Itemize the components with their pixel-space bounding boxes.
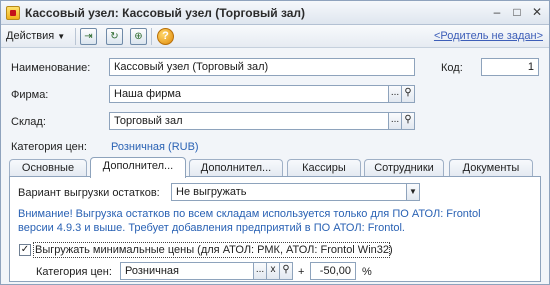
firm-field[interactable]: Наша фирма [109, 85, 389, 103]
toolbar-separator [75, 28, 76, 45]
help-icon[interactable]: ? [157, 28, 174, 45]
firm-search-icon[interactable]: ⚲ [401, 85, 415, 103]
refresh-icon[interactable]: ↻ [106, 28, 123, 45]
copy-icon[interactable]: ⊕ [130, 28, 147, 45]
tab-documents[interactable]: Документы [449, 159, 533, 177]
dropdown-arrow-icon[interactable]: ▼ [406, 183, 420, 201]
warehouse-search-icon[interactable]: ⚲ [401, 112, 415, 130]
code-field[interactable]: 1 [481, 58, 539, 76]
plus-sign: + [298, 266, 305, 278]
maximize-button[interactable]: □ [508, 4, 526, 21]
percent-field[interactable]: -50,00 [310, 262, 356, 280]
export-variant-select[interactable]: Не выгружать [171, 183, 407, 201]
warehouse-label: Склад: [11, 116, 46, 128]
min-price-category-select-button[interactable]: ... [253, 262, 267, 280]
chevron-down-icon: ▼ [57, 32, 66, 41]
toolbar: Действия ▼ ⇥ ↻ ⊕ ? <Родитель не задан> [1, 25, 549, 48]
min-prices-checkbox-label[interactable]: Выгружать минимальные цены (для АТОЛ: РМ… [35, 244, 393, 256]
close-button[interactable]: ✕ [528, 4, 546, 21]
minimize-button[interactable]: – [488, 4, 506, 21]
code-label: Код: [441, 62, 463, 74]
parent-link[interactable]: <Родитель не задан> [434, 30, 543, 42]
firm-label: Фирма: [11, 89, 49, 101]
price-category-label: Категория цен: [11, 141, 87, 153]
actions-menu-button[interactable]: Действия ▼ [6, 29, 65, 44]
percent-sign: % [362, 266, 372, 278]
warehouse-field[interactable]: Торговый зал [109, 112, 389, 130]
toolbar-separator [151, 28, 152, 45]
notice-line-2: версии 4.9.3 и выше. Требует добавления … [18, 222, 405, 234]
tab-additional-2[interactable]: Дополнител... [189, 159, 283, 177]
form-window: Кассовый узел: Кассовый узел (Торговый з… [0, 0, 550, 285]
tab-additional-1[interactable]: Дополнител... [90, 157, 186, 178]
title-bar: Кассовый узел: Кассовый узел (Торговый з… [1, 1, 549, 25]
export-variant-label: Вариант выгрузки остатков: [18, 187, 160, 199]
min-price-category-search-icon[interactable]: ⚲ [279, 262, 293, 280]
min-price-category-label: Категория цен: [36, 266, 112, 278]
tab-main[interactable]: Основные [9, 159, 87, 177]
name-field[interactable]: Кассовый узел (Торговый зал) [109, 58, 415, 76]
notice-line-1: Внимание! Выгрузка остатков по всем скла… [18, 208, 481, 220]
tab-panel-additional: Вариант выгрузки остатков: Не выгружать … [9, 176, 541, 282]
firm-select-button[interactable]: ... [388, 85, 402, 103]
name-label: Наименование: [11, 62, 91, 74]
min-prices-checkbox[interactable]: ✓ [19, 244, 31, 256]
price-category-link[interactable]: Розничная (RUB) [111, 141, 199, 153]
tab-cashiers[interactable]: Кассиры [287, 159, 361, 177]
save-close-icon[interactable]: ⇥ [80, 28, 97, 45]
tab-employees[interactable]: Сотрудники [364, 159, 444, 177]
actions-menu-label: Действия [6, 30, 55, 42]
window-title: Кассовый узел: Кассовый узел (Торговый з… [25, 6, 306, 20]
tab-strip: Основные Дополнител... Дополнител... Кас… [9, 157, 541, 178]
min-price-category-clear-button[interactable]: x [266, 262, 280, 280]
app-icon [6, 6, 20, 20]
min-price-category-field[interactable]: Розничная [120, 262, 254, 280]
warehouse-select-button[interactable]: ... [388, 112, 402, 130]
